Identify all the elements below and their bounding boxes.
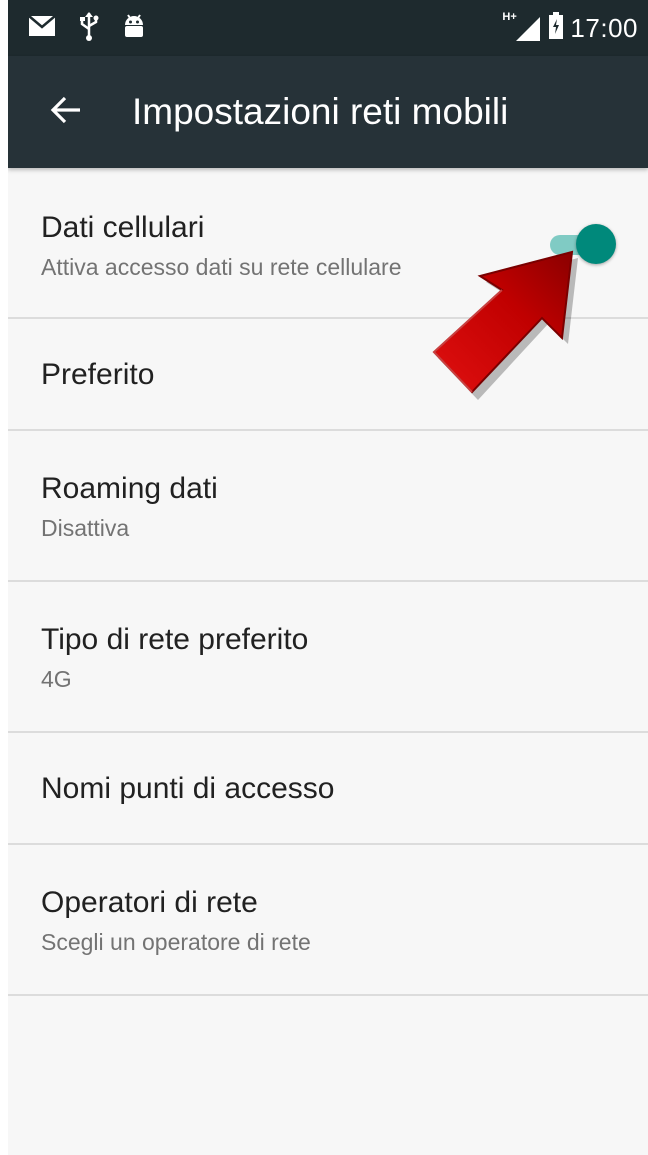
setting-summary: 4G <box>41 666 72 692</box>
setting-apn[interactable]: Nomi punti di accesso <box>8 733 648 845</box>
android-icon <box>122 13 146 44</box>
battery-icon <box>548 11 564 45</box>
notification-icons <box>28 11 146 46</box>
status-time: 17:00 <box>570 12 638 43</box>
red-arrow-pointer-icon <box>430 232 590 402</box>
page-title: Impostazioni reti mobili <box>132 91 509 132</box>
setting-title: Tipo di rete preferito <box>41 623 309 656</box>
system-icons: H+ 17:00 <box>502 11 638 45</box>
back-button[interactable] <box>38 84 94 140</box>
usb-icon <box>78 11 100 46</box>
setting-data-roaming[interactable]: Roaming dati Disattiva <box>8 431 648 582</box>
setting-title: Roaming dati <box>41 472 218 505</box>
setting-summary: Disattiva <box>41 515 130 541</box>
signal-icon: H+ <box>502 11 542 43</box>
mail-icon <box>28 14 56 42</box>
status-bar: H+ 17:00 <box>8 0 648 56</box>
screen: H+ 17:00 Impostazioni reti mobili Dati c… <box>0 0 648 1155</box>
setting-network-operators[interactable]: Operatori di rete Scegli un operatore di… <box>8 845 648 996</box>
setting-title: Nomi punti di accesso <box>41 772 335 805</box>
back-arrow-icon <box>50 96 82 129</box>
setting-summary: Scegli un operatore di rete <box>41 929 311 955</box>
setting-network-type[interactable]: Tipo di rete preferito 4G <box>8 582 648 733</box>
app-bar: Impostazioni reti mobili <box>8 56 648 168</box>
setting-title: Operatori di rete <box>41 886 258 919</box>
